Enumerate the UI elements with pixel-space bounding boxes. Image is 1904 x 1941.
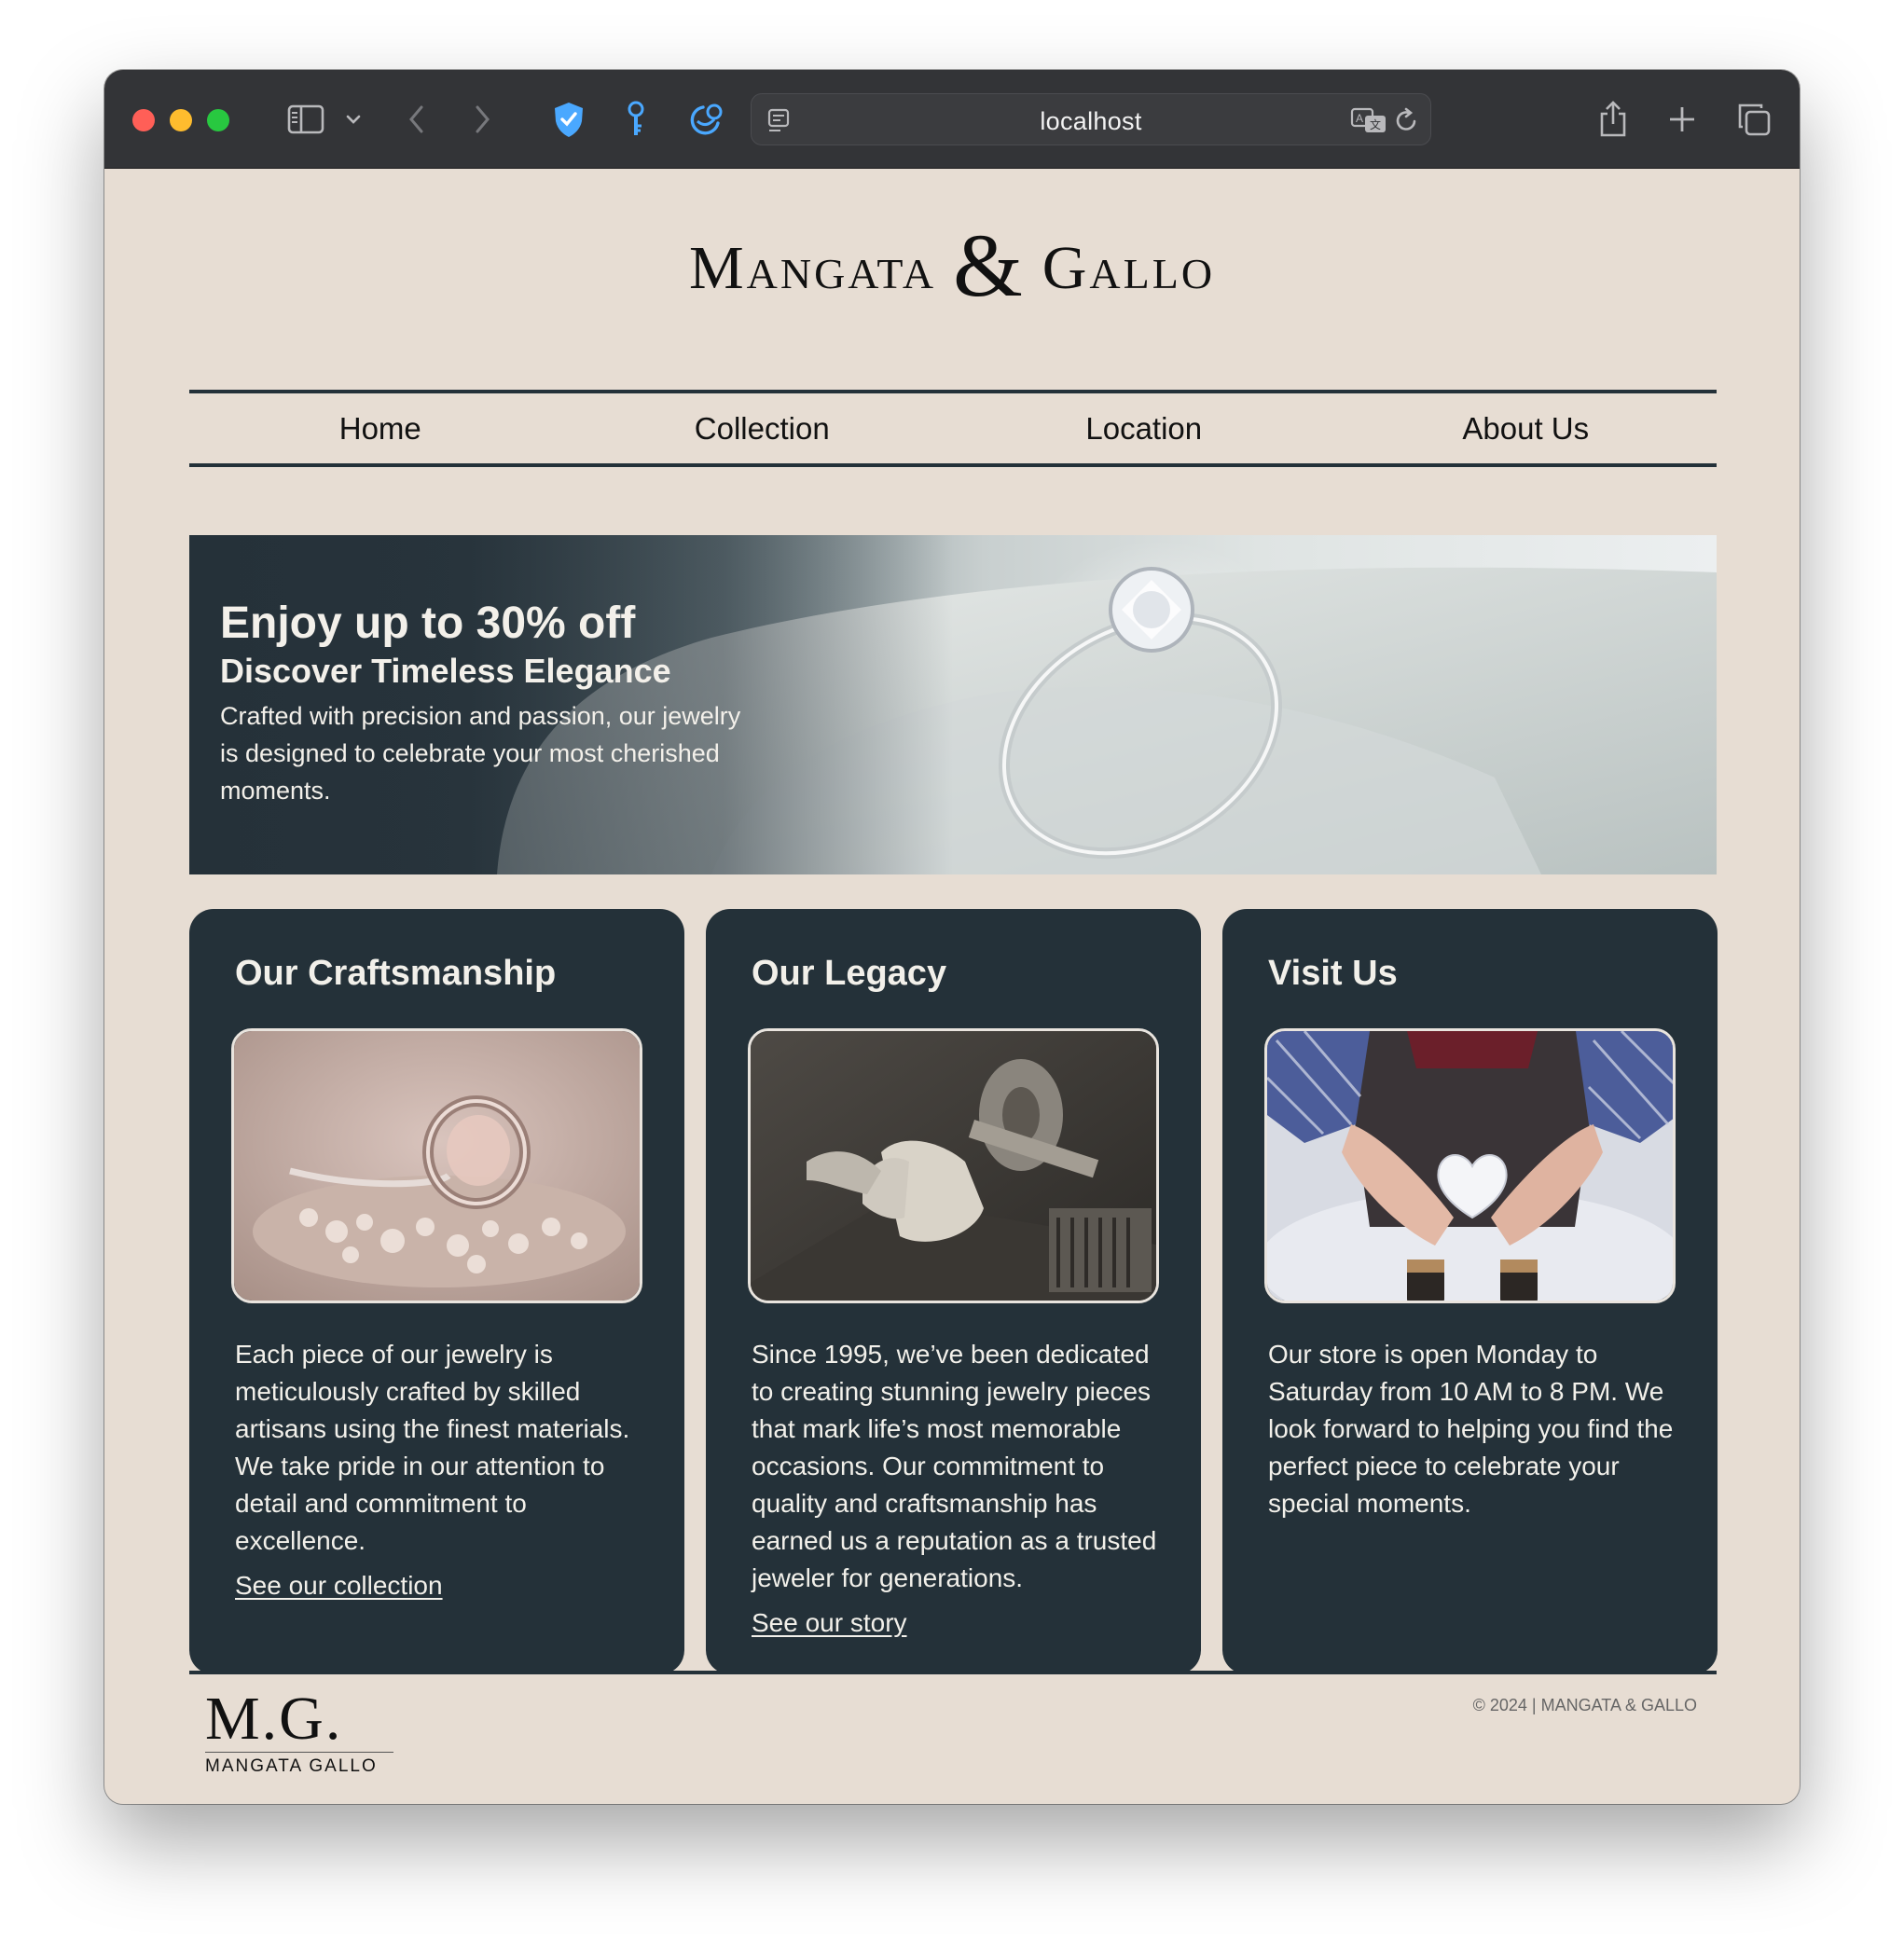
site-logo[interactable]: Mangata & Gallo	[104, 213, 1800, 317]
main-navigation: Home Collection Location About Us	[189, 390, 1717, 467]
url-text[interactable]: localhost	[752, 107, 1430, 136]
card-visit-us: Visit Us Our store is open Monday to Sat…	[1222, 909, 1718, 1674]
card-legacy: Our Legacy Since 1995, we’ve been dedica…	[706, 909, 1201, 1674]
see-story-link[interactable]: See our story	[752, 1604, 907, 1642]
footer-logo-mark: M.G.	[205, 1688, 393, 1753]
hero-headline: Enjoy up to 30% off	[220, 599, 636, 648]
close-window-button[interactable]	[132, 109, 155, 131]
svg-text:A: A	[1356, 112, 1363, 125]
reload-icon[interactable]	[1393, 99, 1421, 142]
footer-logo[interactable]: M.G. MANGATA GALLO	[205, 1688, 393, 1777]
logo-ampersand: &	[953, 215, 1026, 315]
nav-location[interactable]: Location	[953, 393, 1335, 463]
footer-divider	[189, 1671, 1717, 1674]
card-body: Since 1995, we’ve been dedicated to crea…	[752, 1336, 1162, 1642]
card-title: Visit Us	[1268, 954, 1398, 993]
extension-icon[interactable]	[687, 98, 726, 141]
card-craftsmanship: Our Craftsmanship Each piece of our jewe…	[189, 909, 684, 1674]
hero-subheadline: Discover Timeless Elegance	[220, 652, 671, 690]
nav-home[interactable]: Home	[189, 393, 572, 463]
card-text: Since 1995, we’ve been dedicated to crea…	[752, 1340, 1157, 1592]
chevron-down-icon[interactable]	[342, 98, 365, 141]
web-page: Mangata & Gallo Home Collection Location A…	[104, 169, 1800, 1804]
zoom-window-button[interactable]	[207, 109, 229, 131]
craftsmanship-image	[231, 1028, 642, 1303]
card-body: Each piece of our jewelry is meticulousl…	[235, 1336, 645, 1604]
hero-text: Enjoy up to 30% off Discover Timeless El…	[220, 597, 742, 809]
address-bar[interactable]: localhost A文	[751, 93, 1431, 145]
copyright-text: © 2024 | MANGATA & GALLO	[1472, 1696, 1697, 1714]
see-collection-link[interactable]: See our collection	[235, 1567, 443, 1604]
logo-word-right: Gallo	[1042, 234, 1216, 302]
minimize-window-button[interactable]	[170, 109, 192, 131]
nav-collection[interactable]: Collection	[572, 393, 954, 463]
legacy-image	[748, 1028, 1159, 1303]
translate-icon[interactable]: A文	[1348, 99, 1389, 142]
new-tab-icon[interactable]	[1663, 98, 1701, 141]
nav-about-us[interactable]: About Us	[1335, 393, 1718, 463]
hero-banner: Enjoy up to 30% off Discover Timeless El…	[189, 535, 1717, 874]
card-body: Our store is open Monday to Saturday fro…	[1268, 1336, 1678, 1522]
svg-text:文: 文	[1370, 117, 1381, 131]
forward-icon[interactable]	[468, 98, 496, 141]
sidebar-icon[interactable]	[284, 98, 327, 141]
logo-word-left: Mangata	[688, 234, 937, 302]
card-title: Our Legacy	[752, 954, 947, 993]
browser-toolbar: localhost A文	[104, 70, 1800, 169]
footer-logo-text: MANGATA GALLO	[205, 1756, 378, 1776]
card-text: Our store is open Monday to Saturday fro…	[1268, 1340, 1674, 1518]
back-icon[interactable]	[403, 98, 431, 141]
browser-window: localhost A文 Mangata & Gallo Home Collecti…	[104, 70, 1800, 1804]
shield-icon[interactable]	[552, 98, 586, 141]
tabs-overview-icon[interactable]	[1734, 98, 1773, 141]
card-text: Each piece of our jewelry is meticulousl…	[235, 1340, 630, 1555]
card-title: Our Craftsmanship	[235, 954, 557, 993]
key-icon[interactable]	[622, 98, 650, 141]
visit-us-image	[1264, 1028, 1676, 1303]
hero-description: Crafted with precision and passion, our …	[220, 702, 741, 805]
share-icon[interactable]	[1594, 98, 1632, 141]
